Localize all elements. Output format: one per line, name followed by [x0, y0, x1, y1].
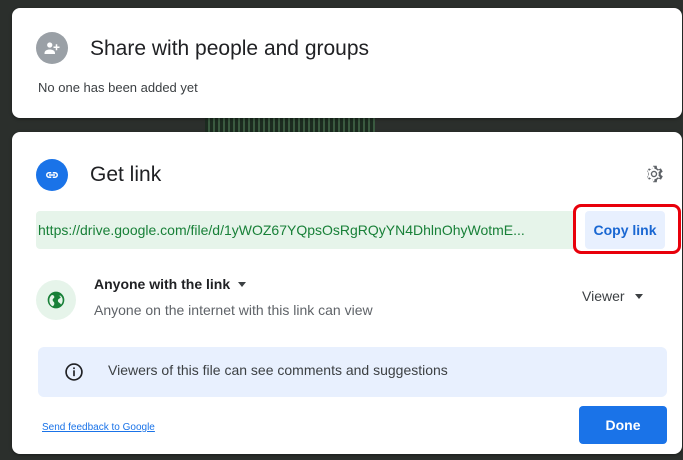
role-dropdown[interactable]: Viewer	[582, 288, 643, 304]
no-one-added-text: No one has been added yet	[38, 80, 198, 95]
role-label: Viewer	[582, 288, 625, 304]
link-access-dropdown[interactable]: Anyone with the link	[94, 276, 247, 292]
copy-link-button[interactable]: Copy link	[585, 211, 665, 249]
settings-button[interactable]	[642, 162, 666, 186]
link-icon	[36, 159, 68, 191]
gear-icon	[647, 165, 663, 183]
share-with-people-card[interactable]: Share with people and groups No one has …	[12, 8, 682, 118]
link-access-description: Anyone on the internet with this link ca…	[94, 302, 373, 318]
person-add-icon	[36, 32, 68, 64]
get-link-title: Get link	[90, 163, 162, 186]
share-panel-title: Share with people and groups	[90, 37, 370, 60]
get-link-card: Get link https://drive.google.com/file/d…	[12, 132, 682, 454]
caret-down-icon	[634, 293, 643, 299]
info-text: Viewers of this file can see comments an…	[108, 362, 448, 378]
done-button[interactable]: Done	[579, 406, 667, 444]
share-link-field[interactable]: https://drive.google.com/file/d/1yWOZ67Y…	[36, 211, 576, 249]
link-row: https://drive.google.com/file/d/1yWOZ67Y…	[36, 204, 681, 254]
send-feedback-link[interactable]: Send feedback to Google	[42, 422, 155, 433]
info-icon	[65, 363, 83, 381]
general-access-row: Anyone with the link Anyone on the inter…	[36, 276, 676, 326]
link-access-label: Anyone with the link	[94, 276, 231, 292]
info-banner: Viewers of this file can see comments an…	[38, 347, 667, 397]
caret-down-icon	[238, 281, 247, 287]
globe-icon	[36, 280, 76, 320]
